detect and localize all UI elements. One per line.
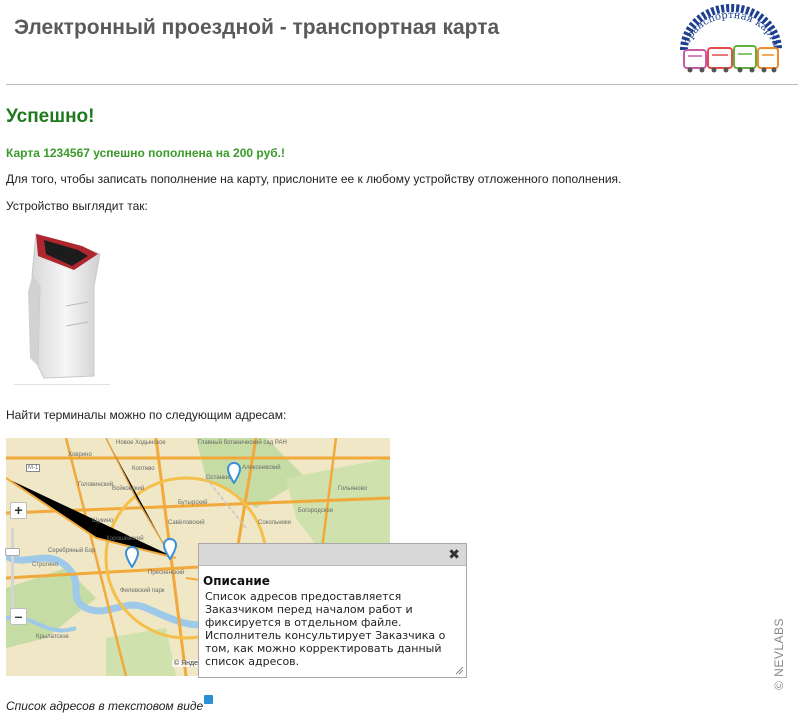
map-label: Строгино (32, 562, 58, 568)
map-pin-icon[interactable] (227, 462, 241, 484)
map-label: Сокольники (258, 520, 291, 526)
map-label: Гольяново (338, 486, 368, 492)
map-label: М-1 (26, 464, 41, 472)
success-heading: Успешно! (6, 106, 95, 127)
addresses-caption: Найти терминалы можно по следующим адрес… (6, 408, 287, 422)
popup-title: Описание (203, 574, 270, 588)
image-baseline (14, 384, 110, 385)
page-title: Электронный проездной - транспортная кар… (14, 16, 500, 39)
map-label: Бутырский (178, 500, 208, 506)
popup-description: Список адресов предоставляется Заказчико… (205, 590, 446, 668)
terminal-kiosk-image (28, 233, 101, 379)
address-list-link-label[interactable]: Список адресов в текстовом виде (6, 699, 203, 713)
map-pin-icon[interactable] (125, 546, 139, 568)
watermark: © NEVLABS (772, 617, 786, 690)
zoom-in-button[interactable]: + (10, 502, 27, 519)
zoom-out-button[interactable]: – (10, 608, 27, 625)
map-pin-icon[interactable] (163, 538, 177, 560)
resize-handle-icon[interactable] (454, 665, 464, 675)
page-header: Электронный проездной - транспортная кар… (0, 0, 805, 86)
map-label: Хорошёвский (106, 536, 144, 542)
zoom-slider-track[interactable] (11, 528, 14, 608)
map-label: Коптево (132, 466, 155, 472)
map-label: Главный ботанический сад РАН (198, 440, 287, 446)
close-icon[interactable]: ✖ (448, 546, 460, 563)
map-label: Пресненский (148, 570, 185, 576)
svg-text:транспортная карта: транспортная карта (682, 10, 781, 48)
transport-card-logo: транспортная карта (680, 4, 782, 73)
map-label: Филевский парк (120, 588, 165, 594)
zoom-slider-thumb[interactable] (5, 548, 20, 556)
instruction-text: Для того, чтобы записать пополнение на к… (6, 172, 622, 186)
map-label: Новое Ходынское (116, 440, 166, 446)
map-label: Головинский (78, 482, 114, 488)
popup-header[interactable]: ✖ (199, 544, 466, 566)
map-label: Серебряный Бор (48, 548, 96, 554)
map-label: Богородское (298, 508, 334, 514)
logo-text: транспортная карта (682, 10, 781, 48)
map-label: Алексеевский (242, 465, 281, 471)
description-popup[interactable]: ✖ Описание Список адресов предоставляетс… (198, 543, 467, 678)
text-list-icon[interactable] (204, 695, 214, 704)
map-label: Войковский (112, 486, 145, 492)
map-label: Савёловский (168, 520, 205, 526)
success-message: Карта 1234567 успешно пополнена на 200 р… (6, 146, 285, 160)
map-label: Щукино (92, 518, 114, 524)
device-caption: Устройство выглядит так: (6, 199, 148, 213)
header-divider (6, 84, 798, 85)
address-list-link[interactable]: Список адресов в текстовом виде (6, 695, 214, 713)
map-label: Ховрино (68, 452, 92, 458)
map-label: Крылатское (36, 634, 69, 640)
